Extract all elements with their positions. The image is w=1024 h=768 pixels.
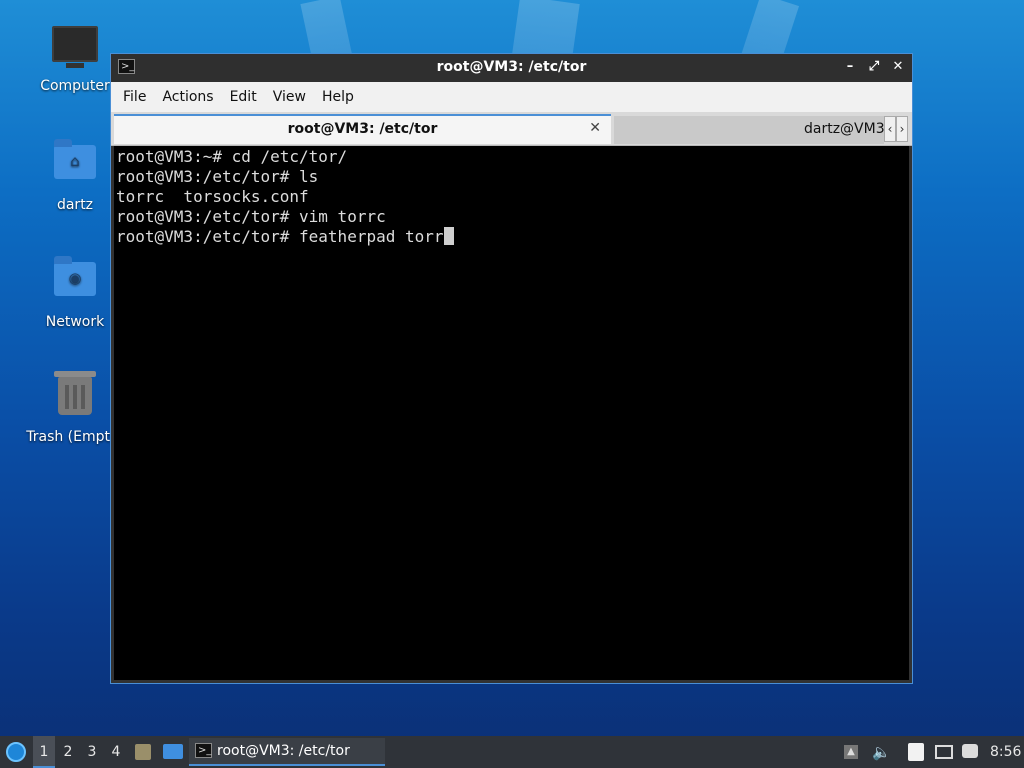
clipboard-icon[interactable] <box>908 743 924 761</box>
terminal-line: root@VM3:/etc/tor# featherpad torr <box>116 227 444 246</box>
window-title: root@VM3: /etc/tor <box>436 59 587 75</box>
update-icon[interactable]: ▲ <box>844 745 858 759</box>
terminal-output[interactable]: root@VM3:~# cd /etc/tor/ root@VM3:/etc/t… <box>114 146 909 680</box>
notification-icon[interactable] <box>962 744 978 758</box>
terminal-line: root@VM3:~# cd /etc/tor/ <box>116 147 348 166</box>
tab-scroll-right-icon[interactable]: › <box>896 116 908 142</box>
maximize-button[interactable]: ⤢ <box>866 59 882 75</box>
home-folder-icon: ⌂ <box>51 139 99 193</box>
taskbar: 1 2 3 4 >_ root@VM3: /etc/tor ▲ 🔈 8:56 <box>0 736 1024 768</box>
volume-icon[interactable]: 🔈 <box>872 744 891 760</box>
menu-file[interactable]: File <box>115 89 154 105</box>
close-tab-icon[interactable]: ✕ <box>589 120 601 136</box>
file-manager-icon[interactable] <box>135 744 151 760</box>
workspace-3[interactable]: 3 <box>81 736 103 768</box>
terminal-icon: >_ <box>195 743 212 758</box>
tab-scroll-left-icon[interactable]: ‹ <box>884 116 896 142</box>
trash-icon <box>51 371 99 425</box>
computer-icon <box>51 26 99 74</box>
clock[interactable]: 8:56 <box>990 736 1021 768</box>
tab-label: dartz@VM3 <box>804 121 884 137</box>
text-cursor <box>443 227 454 245</box>
menu-view[interactable]: View <box>265 89 314 105</box>
workspace-1[interactable]: 1 <box>33 736 55 768</box>
workspace-4[interactable]: 4 <box>105 736 127 768</box>
terminal-window: >_ root@VM3: /etc/tor – ⤢ ✕ File Actions… <box>110 53 913 684</box>
taskbar-task-terminal[interactable]: >_ root@VM3: /etc/tor <box>189 738 385 766</box>
window-titlebar[interactable]: >_ root@VM3: /etc/tor – ⤢ ✕ <box>111 54 912 82</box>
terminal-line: root@VM3:/etc/tor# vim torrc <box>116 207 386 226</box>
show-desktop-icon[interactable] <box>163 744 183 759</box>
workspace-2[interactable]: 2 <box>57 736 79 768</box>
tab-dartz[interactable]: dartz@VM3 <box>614 116 884 144</box>
minimize-button[interactable]: – <box>842 59 858 75</box>
task-label: root@VM3: /etc/tor <box>217 743 350 759</box>
network-status-icon[interactable] <box>935 745 953 759</box>
network-folder-icon: ◉ <box>51 256 99 310</box>
terminal-line: torrc torsocks.conf <box>116 187 309 206</box>
terminal-line: root@VM3:/etc/tor# ls <box>116 167 319 186</box>
start-menu-icon[interactable] <box>6 742 26 762</box>
menu-actions[interactable]: Actions <box>154 89 221 105</box>
menu-help[interactable]: Help <box>314 89 362 105</box>
close-button[interactable]: ✕ <box>890 59 906 75</box>
tab-root[interactable]: root@VM3: /etc/tor ✕ <box>114 114 611 144</box>
menu-edit[interactable]: Edit <box>222 89 265 105</box>
menu-bar: File Actions Edit View Help <box>111 82 912 112</box>
tab-label: root@VM3: /etc/tor <box>287 121 438 137</box>
tab-bar: root@VM3: /etc/tor ✕ dartz@VM3 ‹ › <box>111 112 912 146</box>
